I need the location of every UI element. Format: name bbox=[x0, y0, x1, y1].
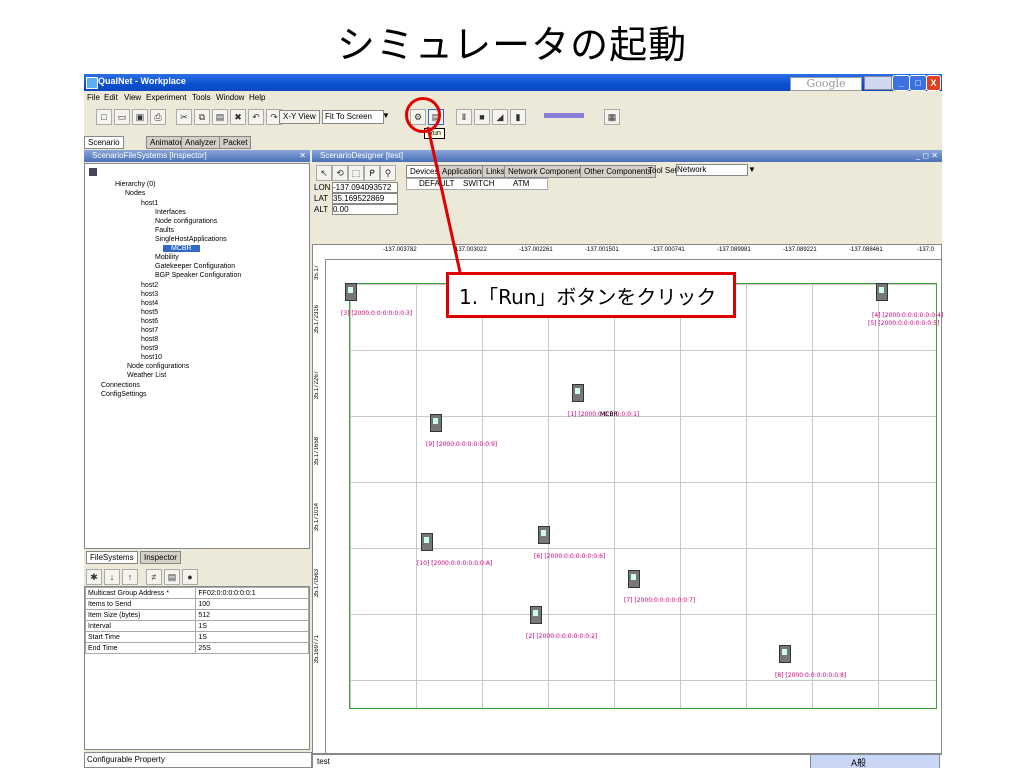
callout-pointer bbox=[426, 126, 462, 273]
instruction-callout: 1.「Run」ボタンをクリック bbox=[446, 272, 736, 318]
callout-line bbox=[426, 126, 462, 273]
